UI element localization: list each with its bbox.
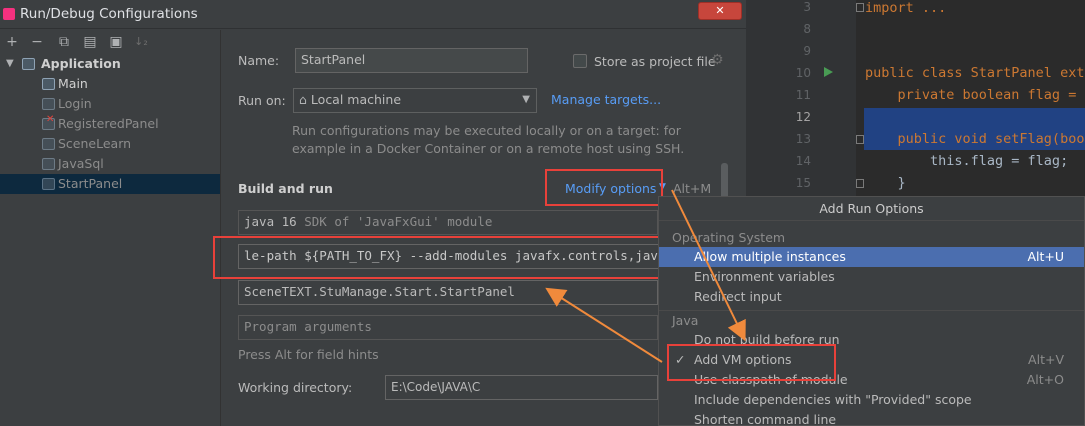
tree-item-label: Login	[58, 96, 92, 111]
code-line-13: public void setFlag(bool	[865, 131, 1085, 147]
option-redirect-input[interactable]: Redirect input	[659, 287, 1084, 307]
sort-icon[interactable]: ↓₂	[133, 34, 149, 50]
runon-hint-line1: Run configurations may be executed local…	[292, 123, 681, 138]
build-run-heading: Build and run	[238, 181, 333, 196]
run-debug-dialog: Run/Debug Configurations ✕ + − ⧉ ▤ ▣ ↓₂ …	[0, 0, 746, 426]
section-divider	[659, 310, 1084, 311]
line-number: 10	[795, 66, 811, 80]
folder-icon[interactable]: ▣	[108, 34, 124, 50]
config-icon	[42, 178, 55, 190]
workdir-label: Working directory:	[238, 380, 353, 395]
store-project-label: Store as project file	[594, 54, 716, 69]
jdk-description: SDK of 'JavaFxGui' module	[304, 214, 493, 229]
tree-item-scenelearn[interactable]: SceneLearn	[0, 134, 220, 154]
tree-item-login[interactable]: Login	[0, 94, 220, 114]
option-label: Allow multiple instances	[694, 249, 846, 264]
fold-marker-icon[interactable]	[856, 179, 864, 188]
line-number: 14	[795, 154, 811, 168]
option-environment-variables[interactable]: Environment variables	[659, 267, 1084, 287]
option-label: Redirect input	[694, 289, 782, 304]
alt-hint: Press Alt for field hints	[238, 347, 379, 362]
line-number: 9	[803, 44, 811, 58]
config-icon	[42, 98, 55, 110]
error-mark-icon: ✕	[46, 114, 55, 125]
chevron-down-icon[interactable]: ▼	[6, 54, 14, 74]
option-shortcut: Alt+O	[1026, 372, 1064, 387]
tree-item-label: RegisteredPanel	[58, 116, 159, 131]
option-label: Shorten command line	[694, 412, 837, 426]
config-tree-pane: + − ⧉ ▤ ▣ ↓₂ ▼ Application Main Login ✕ …	[0, 30, 221, 426]
tree-item-label: SceneLearn	[58, 136, 132, 151]
annotation-box-vm	[213, 236, 667, 279]
tree-item-main[interactable]: Main	[0, 74, 220, 94]
tree-item-label: JavaSql	[58, 156, 104, 171]
code-line-15: }	[865, 175, 906, 191]
close-icon: ✕	[715, 4, 725, 17]
section-java: Java	[672, 313, 699, 328]
option-allow-multiple-instances[interactable]: Allow multiple instances Alt+U	[659, 247, 1084, 267]
runon-value: Local machine	[310, 92, 402, 107]
tree-root-label: Application	[41, 56, 121, 71]
name-input[interactable]: StartPanel	[295, 48, 528, 73]
remove-icon[interactable]: −	[29, 34, 45, 50]
line-number: 12	[795, 110, 811, 124]
tree-item-label: StartPanel	[58, 176, 123, 191]
main-class-input[interactable]: SceneTEXT.StuManage.Start.StartPanel	[238, 280, 658, 305]
option-shorten-command-line[interactable]: Shorten command line	[659, 410, 1084, 426]
app-icon	[3, 8, 15, 20]
code-line-14: this.flag = flag;	[865, 153, 1069, 169]
store-project-checkbox[interactable]	[573, 54, 587, 68]
run-gutter-icon[interactable]	[824, 67, 833, 77]
title-bar: Run/Debug Configurations ✕	[0, 0, 746, 29]
tree-item-registeredpanel[interactable]: ✕ RegisteredPanel	[0, 114, 220, 134]
workdir-input[interactable]: E:\Code\JAVA\C	[385, 375, 658, 400]
option-include-provided[interactable]: Include dependencies with "Provided" sco…	[659, 390, 1084, 410]
code-line-3: import ...	[865, 0, 947, 16]
line-number: 13	[795, 132, 811, 146]
tree-item-startpanel[interactable]: StartPanel	[0, 174, 220, 194]
config-icon	[42, 78, 55, 90]
window-title: Run/Debug Configurations	[20, 6, 198, 22]
section-operating-system: Operating System	[672, 230, 786, 245]
tree-item-label: Main	[58, 76, 88, 91]
tree-item-javasql[interactable]: JavaSql	[0, 154, 220, 174]
modify-options-shortcut: Alt+M	[673, 181, 712, 196]
manage-targets-link[interactable]: Manage targets...	[551, 92, 661, 107]
option-shortcut: Alt+U	[1027, 249, 1064, 264]
config-icon	[42, 158, 55, 170]
option-label: Include dependencies with "Provided" sco…	[694, 392, 972, 407]
program-arguments-input[interactable]: Program arguments	[238, 315, 658, 340]
fold-marker-icon[interactable]	[856, 135, 864, 144]
copy-icon[interactable]: ⧉	[56, 34, 72, 50]
close-button[interactable]: ✕	[698, 2, 742, 20]
popup-title: Add Run Options	[659, 197, 1084, 221]
runon-hint-line2: example in a Docker Container or on a re…	[292, 141, 685, 156]
line-number: 15	[795, 176, 811, 190]
jdk-select[interactable]: java 16 SDK of 'JavaFxGui' module	[238, 210, 658, 235]
runon-select[interactable]: ⌂ Local machine ▼	[293, 88, 537, 113]
annotation-box-add-vm	[667, 344, 836, 381]
add-run-options-popup: Add Run Options Operating System Allow m…	[658, 196, 1085, 426]
line-number: 11	[795, 88, 811, 102]
line-number: 3	[803, 0, 811, 14]
application-icon	[22, 58, 35, 70]
tree-root-application[interactable]: ▼ Application	[0, 54, 220, 74]
config-icon	[42, 138, 55, 150]
house-icon: ⌂	[299, 92, 307, 107]
runon-label: Run on:	[238, 93, 286, 108]
option-shortcut: Alt+V	[1028, 352, 1064, 367]
annotation-box-modify	[545, 169, 663, 206]
name-label: Name:	[238, 53, 280, 68]
gear-icon[interactable]: ⚙	[711, 52, 724, 68]
chevron-down-icon: ▼	[522, 94, 530, 105]
add-icon[interactable]: +	[4, 34, 20, 50]
code-line-10: public class StartPanel exte	[865, 65, 1085, 81]
code-line-11: private boolean flag = t	[865, 87, 1085, 103]
jdk-version: java 16	[244, 214, 297, 229]
save-icon[interactable]: ▤	[82, 34, 98, 50]
option-label: Environment variables	[694, 269, 835, 284]
fold-marker-icon[interactable]	[856, 3, 864, 12]
line-number: 8	[803, 22, 811, 36]
